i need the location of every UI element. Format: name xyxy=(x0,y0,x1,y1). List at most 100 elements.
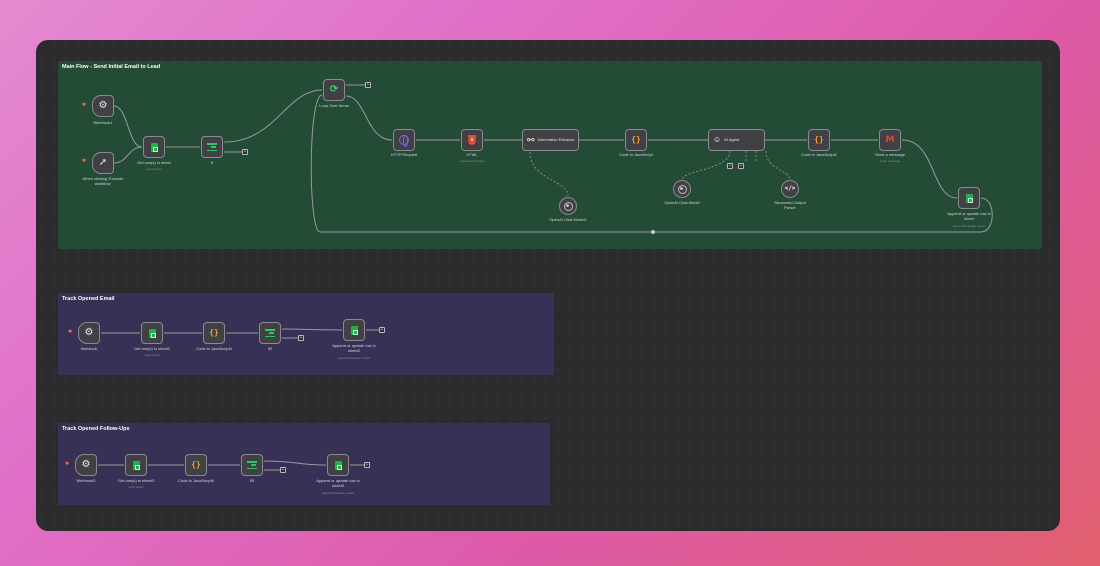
node-label: Code in JavaScript5 xyxy=(178,478,214,483)
gmail-icon: M xyxy=(885,134,895,145)
node-webhook[interactable]: ⚙ xyxy=(78,322,100,344)
node-label: Send a message xyxy=(874,152,906,157)
node-label: Webhook3 xyxy=(76,478,96,483)
loop-icon: ⟳ xyxy=(329,84,339,95)
node-append-update-sheet3[interactable] xyxy=(327,454,349,476)
group-title: Track Opened Email xyxy=(62,296,115,302)
node-get-rows-sheet2[interactable] xyxy=(141,322,163,344)
add-node-button[interactable]: + xyxy=(364,462,370,468)
workflow-canvas[interactable]: Main Flow - Send Initial Email to Lead T… xyxy=(36,40,1060,531)
group-title: Track Opened Follow-Ups xyxy=(62,426,130,432)
add-node-button[interactable]: + xyxy=(738,163,744,169)
node-label: Webhook1 xyxy=(93,120,113,125)
node-label: HTML xyxy=(466,152,478,157)
node-loop-over-items[interactable]: ⟳ xyxy=(323,79,345,101)
node-label: Structured Output Parser xyxy=(774,200,806,210)
node-webhook1[interactable]: ⚙ xyxy=(92,95,114,117)
node-sublabel: send: message xyxy=(879,159,901,163)
group-title: Main Flow - Send Initial Email to Lead xyxy=(62,64,161,70)
node-get-rows-sheet[interactable] xyxy=(143,136,165,158)
node-structured-output-parser[interactable]: </> xyxy=(781,180,799,198)
node-label: Append or update row in sheet3 xyxy=(316,478,360,488)
globe-icon xyxy=(399,135,409,147)
node-label: When clicking 'Execute workflow' xyxy=(82,176,124,186)
node-append-update-sheet[interactable] xyxy=(958,187,980,209)
openai-icon xyxy=(677,184,687,194)
node-code-in-javascript2[interactable]: {} xyxy=(808,129,830,151)
robot-icon: ☺ xyxy=(713,135,722,144)
google-sheets-icon xyxy=(350,325,358,335)
node-openai-chat-model1[interactable] xyxy=(559,197,577,215)
node-html[interactable]: 5 xyxy=(461,129,483,151)
node-label: HTTP Request xyxy=(390,152,418,157)
node-label: Get row(s) in sheet2 xyxy=(133,346,171,351)
google-sheets-icon xyxy=(150,142,158,152)
node-sublabel: read: sheet xyxy=(144,353,160,357)
node-label: Information Extractor xyxy=(537,136,575,142)
add-node-button[interactable]: + xyxy=(280,467,286,473)
node-label: Webhook xyxy=(80,346,98,351)
node-code-in-javascript[interactable]: {} xyxy=(625,129,647,151)
node-code-in-javascript5[interactable]: {} xyxy=(185,454,207,476)
node-if[interactable] xyxy=(201,136,223,158)
webhook-icon: ⚙ xyxy=(84,327,94,338)
trigger-marker: ✱ xyxy=(65,461,70,467)
code-braces-icon: {} xyxy=(209,328,219,337)
node-sublabel: read: sheet xyxy=(146,167,162,171)
node-sublabel: read: sheet xyxy=(128,485,144,489)
node-openai-chat-model[interactable] xyxy=(673,180,691,198)
group-track-opened-email[interactable]: Track Opened Email xyxy=(58,293,554,375)
code-tag-icon: </> xyxy=(784,185,796,192)
code-braces-icon: {} xyxy=(191,460,201,469)
node-if2[interactable] xyxy=(259,322,281,344)
node-http-request[interactable] xyxy=(393,129,415,151)
if-branch-icon xyxy=(247,461,257,469)
node-label: Append or update row in sheet xyxy=(947,211,991,221)
node-label: AI Agent xyxy=(724,136,740,142)
add-node-button[interactable]: + xyxy=(727,163,733,169)
code-braces-icon: {} xyxy=(631,135,641,144)
node-send-a-message[interactable]: M xyxy=(879,129,901,151)
node-label: Code in JavaScript xyxy=(619,152,653,157)
trigger-marker: ✱ xyxy=(68,329,73,335)
if-branch-icon xyxy=(265,329,275,337)
node-label: Append or update row in sheet2 xyxy=(332,343,376,353)
node-webhook3[interactable]: ⚙ xyxy=(75,454,97,476)
wire-midpoint xyxy=(651,230,655,234)
node-if3[interactable] xyxy=(241,454,263,476)
node-label: Code in JavaScript2 xyxy=(801,152,837,157)
node-code-in-javascript4[interactable]: {} xyxy=(203,322,225,344)
if-branch-icon xyxy=(207,143,217,151)
node-label: If xyxy=(210,160,214,165)
add-node-button[interactable]: + xyxy=(379,327,385,333)
google-sheets-icon xyxy=(965,193,973,203)
webhook-icon: ⚙ xyxy=(81,459,91,470)
node-label: Get row(s) in sheet3 xyxy=(117,478,155,483)
node-sublabel: appendOrUpdate: sheet xyxy=(321,491,355,495)
add-node-button[interactable]: + xyxy=(242,149,248,155)
webhook-icon: ⚙ xyxy=(98,100,108,111)
node-append-update-sheet2[interactable] xyxy=(343,319,365,341)
node-label: Get row(s) in sheet xyxy=(137,160,171,165)
openai-icon xyxy=(563,201,573,211)
extractor-icon: ⚯ xyxy=(527,134,535,145)
node-label: Code in JavaScript4 xyxy=(196,346,232,351)
trigger-marker: ✱ xyxy=(82,158,87,164)
google-sheets-icon xyxy=(334,460,342,470)
add-node-button[interactable]: + xyxy=(298,335,304,341)
node-sublabel: appendOrUpdate: sheet xyxy=(952,224,986,228)
node-information-extractor[interactable]: ⚯ Information Extractor xyxy=(522,129,579,151)
node-label: OpenAI Chat Model xyxy=(664,200,700,205)
trigger-marker: ✱ xyxy=(82,102,87,108)
node-label: Loop Over Items xyxy=(319,103,349,108)
cursor-click-icon: ➚ xyxy=(98,157,108,168)
add-node-button[interactable]: + xyxy=(365,82,371,88)
node-ai-agent[interactable]: ☺ AI Agent xyxy=(708,129,765,151)
html5-icon: 5 xyxy=(468,135,476,145)
node-manual-trigger[interactable]: ➚ xyxy=(92,152,114,174)
google-sheets-icon xyxy=(132,460,140,470)
node-label: If3 xyxy=(249,478,255,483)
node-label: OpenAI Chat Model1 xyxy=(549,217,587,222)
node-get-rows-sheet3[interactable] xyxy=(125,454,147,476)
code-braces-icon: {} xyxy=(814,135,824,144)
